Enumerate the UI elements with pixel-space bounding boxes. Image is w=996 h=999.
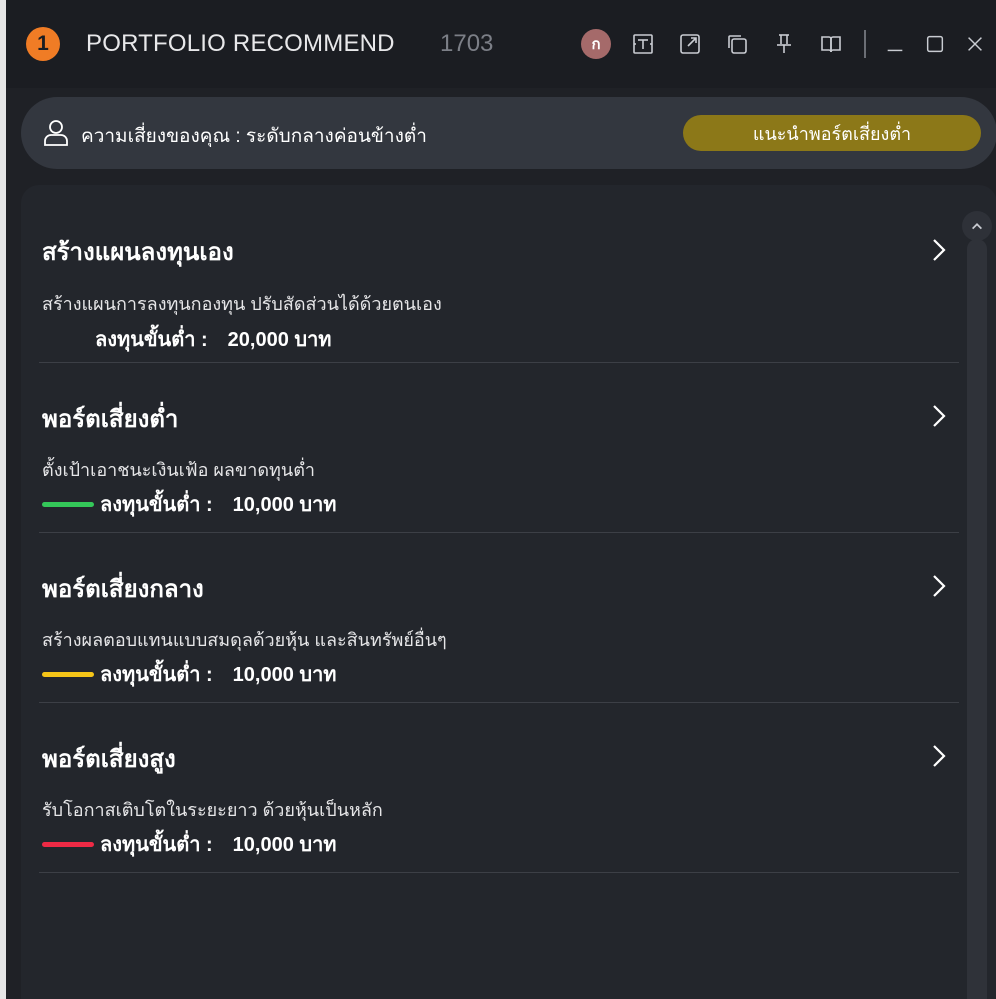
risk-level-text: ความเสี่ยงของคุณ : ระดับกลางค่อนข้างต่ำ [81,126,427,147]
list-item-low-risk[interactable]: พอร์ตเสี่ยงต่ำ ตั้งเป้าเอาชนะเงินเฟ้อ ผล… [39,363,959,533]
window-title: PORTFOLIO RECOMMEND [86,30,395,57]
item-minimum-investment: ลงทุนขั้นต่ำ : 10,000 บาท [42,488,337,520]
minimum-value: 10,000 บาท [232,834,337,856]
item-description: รับโอกาสเติบโตในระยะยาว ด้วยหุ้นเป็นหลัก [42,800,383,820]
item-title: พอร์ตเสี่ยงกลาง [42,576,204,603]
risk-level-bar: ความเสี่ยงของคุณ : ระดับกลางค่อนข้างต่ำ … [21,97,996,169]
title-toolbar: ก [581,26,996,62]
risk-indicator-line [42,501,94,507]
window-number-badge: 1 [26,27,60,61]
minimum-value: 10,000 บาท [232,494,337,516]
chevron-right-icon[interactable] [929,741,949,771]
item-description: สร้างแผนการลงทุนกองทุน ปรับสัดส่วนได้ด้ว… [42,294,442,314]
list-item-medium-risk[interactable]: พอร์ตเสี่ยงกลาง สร้างผลตอบแทนแบบสมดุลด้ว… [39,533,959,703]
user-icon [44,120,68,146]
book-icon[interactable] [813,26,849,62]
risk-indicator-line [42,671,94,677]
list-item-high-risk[interactable]: พอร์ตเสี่ยงสูง รับโอกาสเติบโตในระยะยาว ด… [39,703,959,873]
chevron-up-icon [972,223,982,230]
maximize-icon[interactable] [918,27,952,61]
chevron-right-icon[interactable] [929,571,949,601]
item-title: สร้างแผนลงทุนเอง [42,239,234,266]
minimum-value: 10,000 บาท [232,664,337,686]
minimum-label: ลงทุนขั้นต่ำ : [100,834,213,856]
risk-indicator-line [42,841,94,847]
scrollbar[interactable] [967,239,987,999]
item-title: พอร์ตเสี่ยงสูง [42,746,176,773]
window-code: 1703 [440,30,494,57]
toolbar-divider [864,30,866,58]
portfolio-list: สร้างแผนลงทุนเอง สร้างแผนการลงทุนกองทุน … [39,199,959,873]
avatar[interactable]: ก [581,29,611,59]
pin-icon[interactable] [766,26,802,62]
text-box-icon[interactable] [625,26,661,62]
duplicate-icon[interactable] [719,26,755,62]
item-description: ตั้งเป้าเอาชนะเงินเฟ้อ ผลขาดทุนต่ำ [42,460,316,480]
recommend-low-risk-button[interactable]: แนะนำพอร์ตเสี่ยงต่ำ [683,115,981,151]
title-bar[interactable]: 1 PORTFOLIO RECOMMEND 1703 ก [6,0,996,88]
item-minimum-investment: ลงทุนขั้นต่ำ : 10,000 บาท [42,828,337,860]
item-minimum-investment: ลงทุนขั้นต่ำ : 10,000 บาท [42,658,337,690]
close-icon[interactable] [958,27,992,61]
minimize-icon[interactable] [878,27,912,61]
item-title: พอร์ตเสี่ยงต่ำ [42,406,179,433]
chevron-right-icon[interactable] [929,235,949,265]
item-minimum-investment: ลงทุนขั้นต่ำ : 20,000 บาท [95,323,332,355]
minimum-label: ลงทุนขั้นต่ำ : [100,664,213,686]
portfolio-list-panel: สร้างแผนลงทุนเอง สร้างแผนการลงทุนกองทุน … [21,185,996,999]
chevron-right-icon[interactable] [929,401,949,431]
scroll-up-button[interactable] [962,211,992,241]
portfolio-recommend-window: 1 PORTFOLIO RECOMMEND 1703 ก ความเสี่ยงข… [6,0,996,999]
item-description: สร้างผลตอบแทนแบบสมดุลด้วยหุ้น และสินทรัพ… [42,630,447,650]
minimum-label: ลงทุนขั้นต่ำ : [95,329,208,351]
minimum-value: 20,000 บาท [227,329,332,351]
minimum-label: ลงทุนขั้นต่ำ : [100,494,213,516]
list-item-self-plan[interactable]: สร้างแผนลงทุนเอง สร้างแผนการลงทุนกองทุน … [39,199,959,363]
external-link-icon[interactable] [672,26,708,62]
